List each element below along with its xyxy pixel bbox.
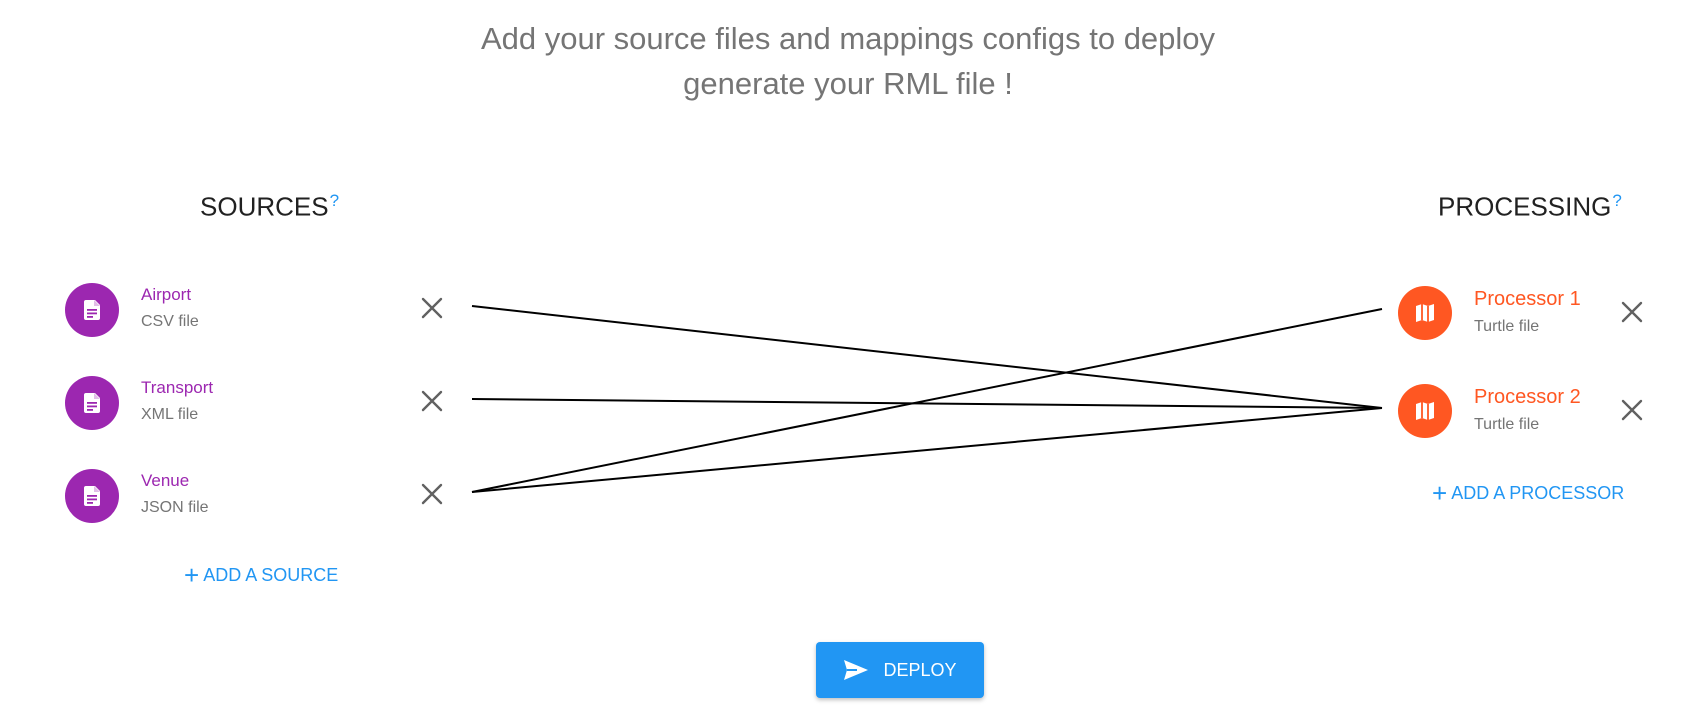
- source-avatar: [65, 283, 119, 337]
- source-item-venue[interactable]: Venue JSON file: [65, 469, 365, 525]
- link-airport-processor-2: [471, 305, 1383, 409]
- processing-help-icon[interactable]: ?: [1612, 191, 1621, 210]
- source-name[interactable]: Airport: [141, 285, 191, 305]
- add-source-label: ADD A SOURCE: [203, 565, 339, 585]
- processor-avatar: [1398, 286, 1452, 340]
- source-avatar: [65, 376, 119, 430]
- processor-type: Turtle file: [1474, 318, 1540, 335]
- close-icon: [1621, 301, 1643, 323]
- close-icon: [421, 390, 443, 412]
- sources-title-label: SOURCES: [200, 191, 329, 222]
- source-type: JSON file: [141, 499, 209, 516]
- remove-source-transport-button[interactable]: [418, 387, 446, 415]
- processor-item-1[interactable]: Processor 1 Turtle file: [1398, 286, 1618, 342]
- file-document-icon: [84, 393, 100, 413]
- source-name[interactable]: Transport: [141, 378, 213, 398]
- processing-title-label: PROCESSING: [1438, 191, 1612, 222]
- processor-type: Turtle file: [1474, 416, 1540, 433]
- remove-source-venue-button[interactable]: [418, 480, 446, 508]
- add-processor-button[interactable]: + ADD A PROCESSOR: [1432, 478, 1624, 509]
- source-item-transport[interactable]: Transport XML file: [65, 376, 365, 432]
- source-type: CSV file: [141, 313, 199, 330]
- source-item-airport[interactable]: Airport CSV file: [65, 283, 365, 339]
- processing-title: PROCESSING?: [1438, 184, 1622, 224]
- source-name[interactable]: Venue: [141, 471, 189, 491]
- file-document-icon: [84, 486, 100, 506]
- remove-processor-1-button[interactable]: [1618, 298, 1646, 326]
- source-avatar: [65, 469, 119, 523]
- remove-processor-2-button[interactable]: [1618, 396, 1646, 424]
- sources-help-icon[interactable]: ?: [330, 191, 339, 210]
- close-icon: [1621, 399, 1643, 421]
- plus-icon: +: [1432, 478, 1448, 508]
- processor-name[interactable]: Processor 2: [1474, 386, 1581, 409]
- processor-avatar: [1398, 384, 1452, 438]
- deploy-button[interactable]: DEPLOY: [816, 642, 984, 698]
- add-source-button[interactable]: + ADD A SOURCE: [184, 560, 338, 591]
- close-icon: [421, 483, 443, 505]
- source-type: XML file: [141, 406, 199, 423]
- remove-source-airport-button[interactable]: [418, 294, 446, 322]
- connection-lines: [471, 305, 1383, 493]
- plus-icon: +: [184, 560, 200, 590]
- map-icon: [1416, 304, 1434, 322]
- map-icon: [1416, 402, 1434, 420]
- add-processor-label: ADD A PROCESSOR: [1451, 483, 1625, 503]
- send-icon: [844, 660, 869, 680]
- processor-item-2[interactable]: Processor 2 Turtle file: [1398, 384, 1618, 440]
- processor-name[interactable]: Processor 1: [1474, 288, 1581, 311]
- deploy-label: DEPLOY: [883, 660, 957, 680]
- file-document-icon: [84, 300, 100, 320]
- rml-mapping-stage: Add your source files and mappings confi…: [0, 0, 1696, 718]
- sources-title: SOURCES?: [200, 184, 339, 224]
- link-venue-processor-2: [471, 407, 1383, 493]
- close-icon: [421, 297, 443, 319]
